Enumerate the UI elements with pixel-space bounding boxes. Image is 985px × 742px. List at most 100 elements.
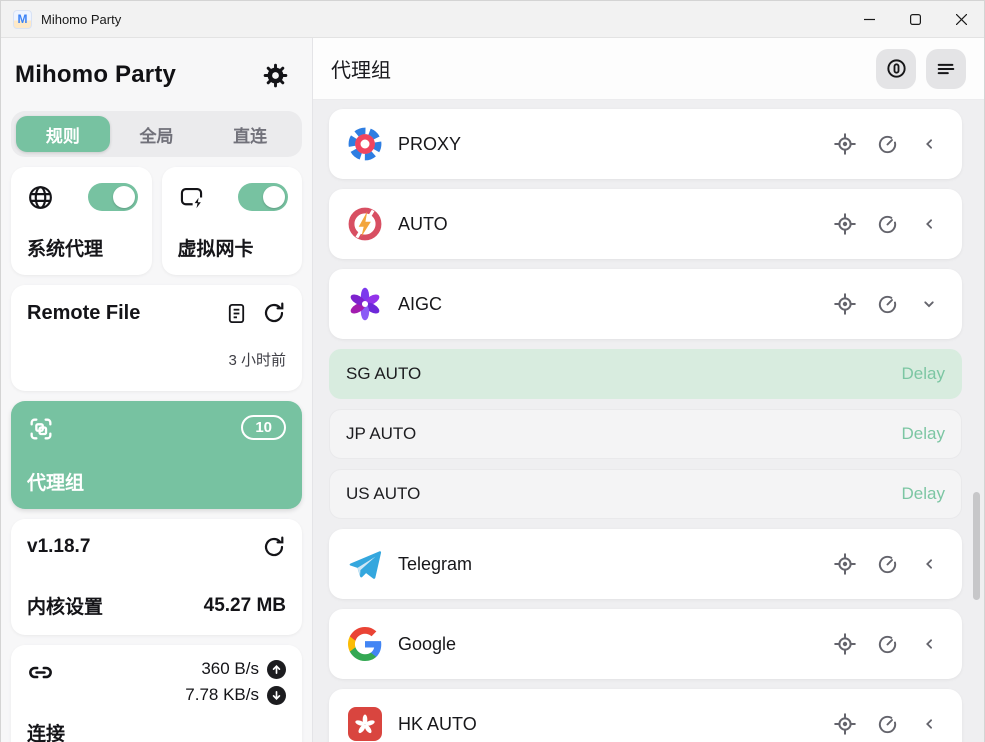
tab-direct[interactable]: 直连 — [203, 116, 297, 152]
proxy-group-list: PROXY — [313, 100, 984, 742]
proxy-item-us-auto[interactable]: US AUTO Delay — [329, 469, 962, 519]
google-logo-icon — [347, 626, 383, 662]
expand-chevron[interactable] — [914, 629, 944, 659]
connections-label: 连接 — [27, 719, 286, 742]
refresh-icon[interactable] — [262, 301, 286, 325]
sidebar-title: Mihomo Party — [15, 61, 176, 89]
proxy-group-logo-icon — [347, 126, 383, 162]
settings-button[interactable] — [260, 60, 290, 90]
globe-icon — [27, 184, 54, 211]
expand-chevron[interactable] — [914, 549, 944, 579]
proxy-item-sg-auto[interactable]: SG AUTO Delay — [329, 349, 962, 399]
delay-test-button[interactable] — [872, 129, 902, 159]
group-name: Telegram — [398, 554, 472, 575]
group-row-proxy[interactable]: PROXY — [329, 109, 962, 179]
edit-file-icon[interactable] — [225, 302, 248, 325]
maximize-icon — [910, 14, 921, 25]
core-restart-icon[interactable] — [262, 535, 286, 559]
delay-test-button[interactable] — [872, 709, 902, 739]
core-card[interactable]: v1.18.7 内核设置 45.27 MB — [11, 519, 302, 635]
proxy-name: US AUTO — [346, 484, 420, 504]
sidebar-item-proxy-groups[interactable]: 10 代理组 — [11, 401, 302, 509]
proxy-delay[interactable]: Delay — [902, 424, 945, 444]
locate-proxy-button[interactable] — [830, 709, 860, 739]
delay-test-button[interactable] — [872, 549, 902, 579]
aigc-group-logo-icon — [347, 286, 383, 322]
group-row-aigc[interactable]: AIGC — [329, 269, 962, 339]
sidebar: Mihomo Party — [1, 38, 313, 742]
titlebar: M Mihomo Party — [1, 1, 984, 38]
minimize-button[interactable] — [846, 1, 892, 37]
locate-proxy-button[interactable] — [830, 129, 860, 159]
system-proxy-card[interactable]: 系统代理 — [11, 167, 152, 275]
connections-card[interactable]: 360 B/s 7.78 KB/s 连接 — [11, 645, 302, 742]
profile-card[interactable]: Remote File 3 小时前 — [11, 285, 302, 391]
system-proxy-toggle[interactable] — [88, 183, 138, 211]
profile-updated-time: 3 小时前 — [27, 349, 286, 370]
locate-proxy-button[interactable] — [830, 209, 860, 239]
group-row-google[interactable]: Google — [329, 609, 962, 679]
tab-rule[interactable]: 规则 — [16, 116, 110, 152]
page-title: 代理组 — [331, 54, 391, 83]
group-row-telegram[interactable]: Telegram — [329, 529, 962, 599]
outbound-mode-tabs: 规则 全局 直连 — [11, 111, 302, 157]
profile-name: Remote File — [27, 302, 140, 325]
auto-group-logo-icon — [347, 206, 383, 242]
proxy-name: JP AUTO — [346, 424, 416, 444]
locate-proxy-button[interactable] — [830, 289, 860, 319]
app-logo-icon: M — [13, 10, 32, 29]
tun-card[interactable]: 虚拟网卡 — [162, 167, 303, 275]
link-icon — [27, 659, 54, 686]
scrollbar-thumb[interactable] — [973, 492, 980, 600]
group-row-hk-auto[interactable]: HK AUTO — [329, 689, 962, 742]
maximize-button[interactable] — [892, 1, 938, 37]
proxy-name: SG AUTO — [346, 364, 421, 384]
system-proxy-label: 系统代理 — [27, 234, 138, 261]
text-lines-icon — [935, 58, 957, 80]
proxy-group-count-badge: 10 — [241, 415, 286, 440]
delay-test-button[interactable] — [872, 289, 902, 319]
main-panel: 代理组 — [313, 38, 984, 742]
delay-test-button[interactable] — [872, 209, 902, 239]
close-button[interactable] — [938, 1, 984, 37]
download-speed: 7.78 KB/s — [185, 685, 259, 705]
locate-proxy-button[interactable] — [830, 629, 860, 659]
upload-arrow-icon — [267, 660, 286, 679]
circled-zero-icon — [885, 57, 908, 80]
core-version: v1.18.7 — [27, 536, 90, 558]
collapse-chevron[interactable] — [914, 289, 944, 319]
core-settings-label: 内核设置 — [27, 592, 103, 619]
proxy-groups-icon — [27, 415, 55, 443]
group-name: PROXY — [398, 134, 461, 155]
group-name: Google — [398, 634, 456, 655]
delay-test-button[interactable] — [872, 629, 902, 659]
tab-global[interactable]: 全局 — [110, 116, 204, 152]
window-controls — [846, 1, 984, 37]
proxy-delay[interactable]: Delay — [902, 484, 945, 504]
core-memory: 45.27 MB — [204, 595, 286, 617]
expand-chevron[interactable] — [914, 129, 944, 159]
proxy-groups-label: 代理组 — [27, 468, 286, 495]
group-name: AUTO — [398, 214, 448, 235]
tun-device-icon — [178, 184, 205, 211]
delay-display-toggle-button[interactable] — [876, 49, 916, 89]
download-arrow-icon — [267, 686, 286, 705]
titlebar-title: Mihomo Party — [41, 12, 121, 27]
group-name: HK AUTO — [398, 714, 477, 735]
tun-toggle[interactable] — [238, 183, 288, 211]
locate-proxy-button[interactable] — [830, 549, 860, 579]
proxy-delay[interactable]: Delay — [902, 364, 945, 384]
group-row-auto[interactable]: AUTO — [329, 189, 962, 259]
proxy-item-jp-auto[interactable]: JP AUTO Delay — [329, 409, 962, 459]
close-icon — [956, 14, 967, 25]
minimize-icon — [864, 14, 875, 25]
expand-chevron[interactable] — [914, 209, 944, 239]
list-layout-button[interactable] — [926, 49, 966, 89]
upload-speed: 360 B/s — [201, 659, 259, 679]
main-header: 代理组 — [313, 38, 984, 100]
gear-icon — [262, 62, 289, 89]
hk-flag-icon — [347, 706, 383, 742]
expand-chevron[interactable] — [914, 709, 944, 739]
group-name: AIGC — [398, 294, 442, 315]
telegram-logo-icon — [347, 546, 383, 582]
